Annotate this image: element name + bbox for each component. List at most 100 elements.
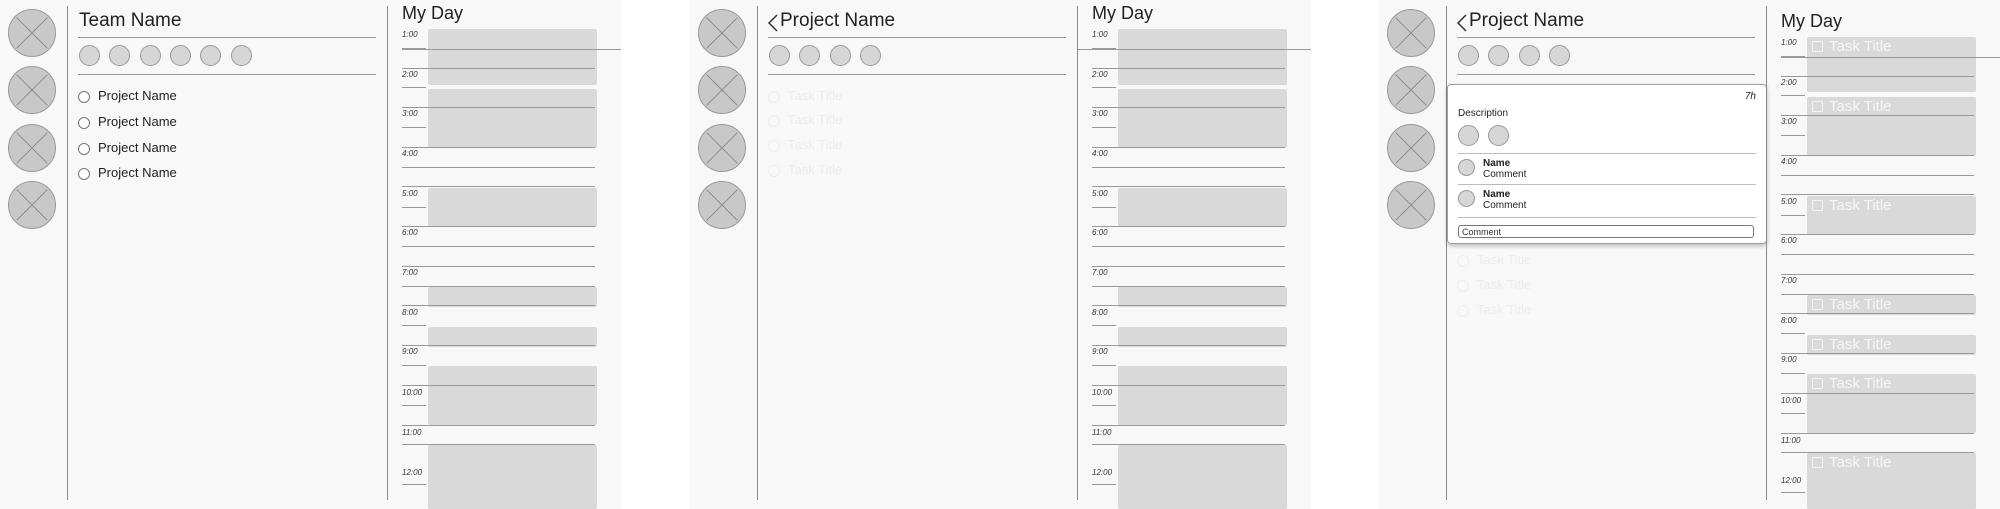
radio-icon[interactable] bbox=[78, 143, 90, 155]
schedule-block[interactable] bbox=[1118, 29, 1287, 85]
member-avatar[interactable] bbox=[799, 45, 820, 66]
checkbox-icon[interactable] bbox=[768, 140, 780, 152]
hour-line bbox=[402, 345, 595, 346]
my-day-title: My Day bbox=[1092, 3, 1154, 23]
chevron-left-icon[interactable] bbox=[1455, 13, 1469, 33]
task-detail-card[interactable]: 7h Description Name Comment Name Comment bbox=[1447, 84, 1767, 244]
schedule-block[interactable] bbox=[1118, 445, 1287, 509]
schedule-block[interactable] bbox=[428, 445, 597, 509]
hour-line bbox=[402, 425, 595, 426]
team-avatar[interactable] bbox=[8, 181, 56, 229]
member-avatar[interactable] bbox=[1519, 45, 1540, 66]
schedule-task[interactable]: Task Title bbox=[1807, 295, 1976, 315]
checkbox-icon[interactable] bbox=[1812, 41, 1823, 52]
checkbox-icon[interactable] bbox=[768, 91, 780, 103]
project-content: Project Name Task Title Task Title Task … bbox=[758, 0, 1077, 509]
schedule-block[interactable] bbox=[1118, 89, 1287, 148]
member-avatar[interactable] bbox=[1488, 45, 1509, 66]
hour-line bbox=[1781, 452, 1974, 453]
checkbox-icon[interactable] bbox=[1812, 457, 1823, 468]
team-avatar[interactable] bbox=[1387, 9, 1435, 57]
schedule-block[interactable] bbox=[1118, 287, 1287, 307]
schedule-block[interactable] bbox=[428, 287, 597, 307]
member-avatar[interactable] bbox=[170, 45, 191, 66]
team-avatar[interactable] bbox=[1387, 181, 1435, 229]
project-label: Project Name bbox=[98, 165, 177, 180]
hour-label: 1:00 bbox=[402, 30, 418, 39]
schedule-task[interactable]: Task Title bbox=[1807, 453, 1976, 509]
checkbox-icon[interactable] bbox=[1457, 305, 1469, 317]
schedule-task[interactable]: Task Title bbox=[1807, 97, 1976, 156]
radio-icon[interactable] bbox=[78, 117, 90, 129]
schedule-block[interactable] bbox=[1118, 366, 1287, 425]
page-title: Project Name bbox=[1469, 10, 1585, 31]
assignee-avatar[interactable] bbox=[1488, 125, 1509, 146]
checkbox-icon[interactable] bbox=[1457, 280, 1469, 292]
team-avatar[interactable] bbox=[8, 9, 56, 57]
schedule-task[interactable]: Task Title bbox=[1807, 196, 1976, 235]
task-title: Task Title bbox=[1829, 336, 1892, 353]
team-avatar[interactable] bbox=[8, 124, 56, 172]
comment-avatar bbox=[1458, 159, 1475, 176]
schedule-block[interactable] bbox=[428, 188, 597, 227]
team-avatar[interactable] bbox=[1387, 124, 1435, 172]
team-avatar[interactable] bbox=[1387, 66, 1435, 114]
checkbox-icon[interactable] bbox=[768, 165, 780, 177]
schedule-task[interactable]: Task Title bbox=[1807, 37, 1976, 92]
hour-label: 12:00 bbox=[1092, 468, 1113, 477]
radio-icon[interactable] bbox=[78, 168, 90, 180]
schedule-block[interactable] bbox=[1118, 327, 1287, 347]
task-label: Task Title bbox=[788, 162, 843, 177]
radio-icon[interactable] bbox=[78, 91, 90, 103]
checkbox-icon[interactable] bbox=[1812, 101, 1823, 112]
title-divider bbox=[768, 37, 1066, 38]
schedule-task[interactable]: Task Title bbox=[1807, 374, 1976, 433]
member-avatar[interactable] bbox=[860, 45, 881, 66]
assignee-avatar[interactable] bbox=[1458, 125, 1479, 146]
members-divider bbox=[78, 74, 376, 75]
half-hour-line bbox=[402, 405, 426, 406]
team-avatar[interactable] bbox=[698, 124, 746, 172]
task-title: Task Title bbox=[1829, 98, 1892, 115]
member-avatar[interactable] bbox=[79, 45, 100, 66]
task-label: Task Title bbox=[1477, 277, 1532, 292]
hour-line bbox=[1092, 266, 1285, 267]
member-avatar[interactable] bbox=[200, 45, 221, 66]
checkbox-icon[interactable] bbox=[1812, 378, 1823, 389]
team-avatar[interactable] bbox=[698, 66, 746, 114]
schedule-block[interactable] bbox=[428, 366, 597, 425]
checkbox-icon[interactable] bbox=[768, 115, 780, 127]
hour-label: 1:00 bbox=[1781, 38, 1797, 47]
member-avatar[interactable] bbox=[1549, 45, 1570, 66]
member-avatar[interactable] bbox=[830, 45, 851, 66]
schedule-block[interactable] bbox=[428, 29, 597, 85]
member-avatar[interactable] bbox=[140, 45, 161, 66]
hour-line bbox=[1092, 246, 1285, 247]
half-hour-line bbox=[1781, 413, 1805, 414]
checkbox-icon[interactable] bbox=[1812, 299, 1823, 310]
checkbox-icon[interactable] bbox=[1812, 339, 1823, 350]
member-avatar[interactable] bbox=[231, 45, 252, 66]
schedule-block[interactable] bbox=[1118, 188, 1287, 227]
my-day-title: My Day bbox=[1781, 11, 1843, 31]
member-avatar[interactable] bbox=[109, 45, 130, 66]
team-avatar[interactable] bbox=[698, 9, 746, 57]
task-title: Task Title bbox=[1829, 296, 1892, 313]
team-avatar[interactable] bbox=[8, 66, 56, 114]
task-label: Task Title bbox=[788, 137, 843, 152]
member-avatar[interactable] bbox=[769, 45, 790, 66]
checkbox-icon[interactable] bbox=[1812, 200, 1823, 211]
half-hour-line bbox=[402, 325, 426, 326]
schedule-block[interactable] bbox=[428, 327, 597, 347]
schedule-block[interactable] bbox=[428, 89, 597, 148]
hour-label: 8:00 bbox=[402, 308, 418, 317]
checkbox-icon[interactable] bbox=[1457, 255, 1469, 267]
comment-input[interactable] bbox=[1458, 225, 1754, 238]
schedule-task[interactable]: Task Title bbox=[1807, 335, 1976, 355]
team-avatar[interactable] bbox=[698, 181, 746, 229]
member-avatar[interactable] bbox=[1458, 45, 1479, 66]
card-divider bbox=[1458, 153, 1756, 154]
hour-label: 5:00 bbox=[1781, 197, 1797, 206]
hour-line bbox=[1781, 313, 1974, 314]
chevron-left-icon[interactable] bbox=[766, 13, 780, 33]
